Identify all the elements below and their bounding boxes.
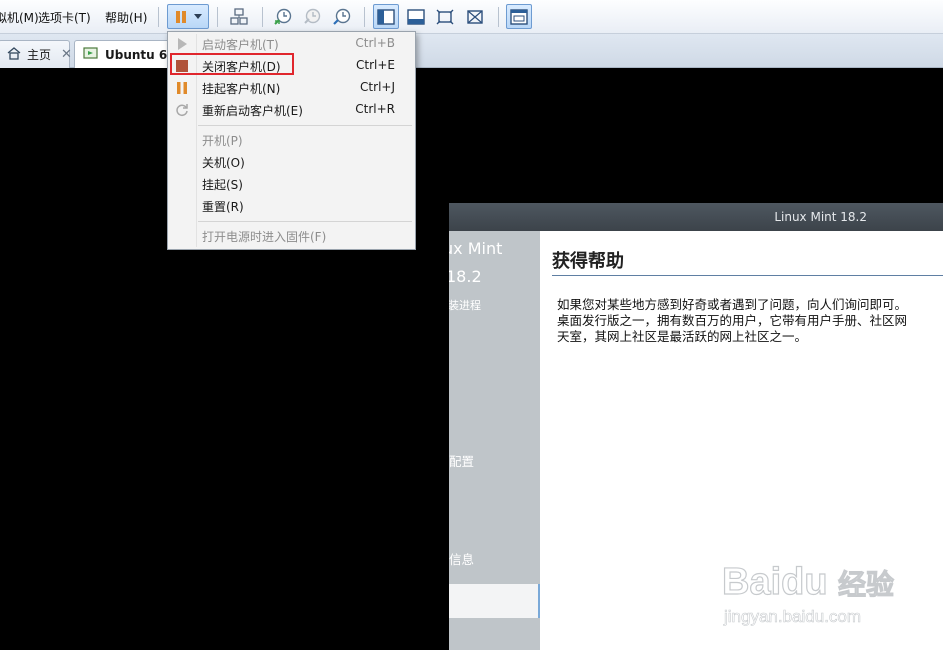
tab-bar: 主页 ✕ Ubuntu 64 位: [0, 34, 943, 68]
menu-tabs[interactable]: 选项卡(T): [38, 9, 91, 26]
revert-snapshot-button[interactable]: [299, 4, 325, 29]
menu-item-suspend[interactable]: 挂起(S): [168, 173, 415, 195]
sidebar-subtitle: 安装进程: [449, 299, 481, 312]
menu-item-suspend-guest[interactable]: 挂起客户机(N) Ctrl+J: [168, 77, 415, 99]
console-view-button[interactable]: [403, 4, 429, 29]
toolbar-separator: [364, 7, 365, 27]
guest-titlebar[interactable]: Linux Mint 18.2: [449, 203, 943, 231]
take-snapshot-button[interactable]: [270, 4, 296, 29]
red-highlight-annotation: [170, 53, 294, 75]
menu-item-start-guest[interactable]: 启动客户机(T) Ctrl+B: [168, 33, 415, 55]
menu-item-reset[interactable]: 重置(R): [168, 195, 415, 217]
toolbar-separator: [262, 7, 263, 27]
menu-item-power-on-to-firmware[interactable]: 打开电源时进入固件(F): [168, 225, 415, 247]
menu-item-power-on[interactable]: 开机(P): [168, 129, 415, 151]
library-view-icon: [377, 8, 395, 25]
dropdown-arrow-icon[interactable]: [194, 14, 202, 19]
menu-separator: [198, 221, 412, 222]
guest-sidebar: ux Mint 18.2 安装进程 配置 信息: [449, 231, 540, 650]
menu-item-restart-guest[interactable]: 重新启动客户机(E) Ctrl+R: [168, 99, 415, 121]
suspend-icon: [174, 81, 190, 95]
menu-toolbar-bar: 虚拟机(M) 选项卡(T) 帮助(H): [0, 0, 943, 34]
play-icon: [174, 37, 190, 51]
snapshot-manager-icon: [333, 8, 351, 26]
sidebar-item-info[interactable]: 信息: [449, 549, 474, 568]
revert-snapshot-icon: [303, 8, 321, 26]
send-ctrl-alt-del-button[interactable]: [226, 4, 252, 29]
content-body: 如果您对某些地方感到好奇或者遇到了问题，向人们询问即可。 桌面发行版之一，拥有数…: [557, 297, 908, 344]
tab-label: Ubuntu 64 位: [105, 48, 173, 62]
fullscreen-icon: [436, 9, 454, 25]
pause-icon: [174, 10, 188, 24]
sidebar-title-line2: 18.2: [449, 267, 482, 286]
menu-item-power-off[interactable]: 关机(O): [168, 151, 415, 173]
power-dropdown-menu: 启动客户机(T) Ctrl+B 关闭客户机(D) Ctrl+E 挂起客户机(N)…: [167, 31, 416, 250]
snapshot-manager-button[interactable]: [329, 4, 355, 29]
unity-button[interactable]: [462, 4, 488, 29]
fullscreen-button[interactable]: [432, 4, 458, 29]
menu-separator: [198, 125, 412, 126]
tab-label: 主页: [27, 48, 52, 62]
sidebar-item-config[interactable]: 配置: [449, 451, 474, 470]
console-view-icon: [407, 8, 425, 25]
toolbar-separator: [217, 7, 218, 27]
guest-installer-window[interactable]: Linux Mint 18.2 ux Mint 18.2 安装进程 配置 信息 …: [449, 203, 943, 650]
close-tab-icon[interactable]: ✕: [61, 47, 72, 62]
content-heading: 获得帮助: [552, 247, 943, 276]
tab-home[interactable]: 主页 ✕: [0, 40, 72, 68]
thumbnail-view-button[interactable]: [506, 4, 532, 29]
send-keys-icon: [230, 7, 248, 26]
power-button[interactable]: [167, 4, 209, 29]
library-view-button[interactable]: [373, 4, 399, 29]
unity-icon: [466, 9, 484, 25]
menu-help[interactable]: 帮助(H): [105, 9, 147, 26]
toolbar-separator: [158, 7, 159, 27]
toolbar-separator: [498, 7, 499, 27]
vm-icon: [83, 46, 99, 63]
menu-vm[interactable]: 虚拟机(M): [0, 9, 39, 26]
snapshot-icon: [274, 8, 292, 26]
thumbnail-icon: [510, 8, 528, 25]
guest-content-panel: 获得帮助 如果您对某些地方感到好奇或者遇到了问题，向人们询问即可。 桌面发行版之…: [540, 231, 943, 650]
tab-ubuntu-vm[interactable]: Ubuntu 64 位: [74, 40, 174, 68]
sidebar-title-line1: ux Mint: [449, 239, 503, 258]
sidebar-item-selected[interactable]: [449, 584, 540, 618]
home-icon: [7, 46, 21, 63]
guest-window-title: Linux Mint 18.2: [774, 210, 867, 224]
restart-icon: [174, 103, 190, 117]
